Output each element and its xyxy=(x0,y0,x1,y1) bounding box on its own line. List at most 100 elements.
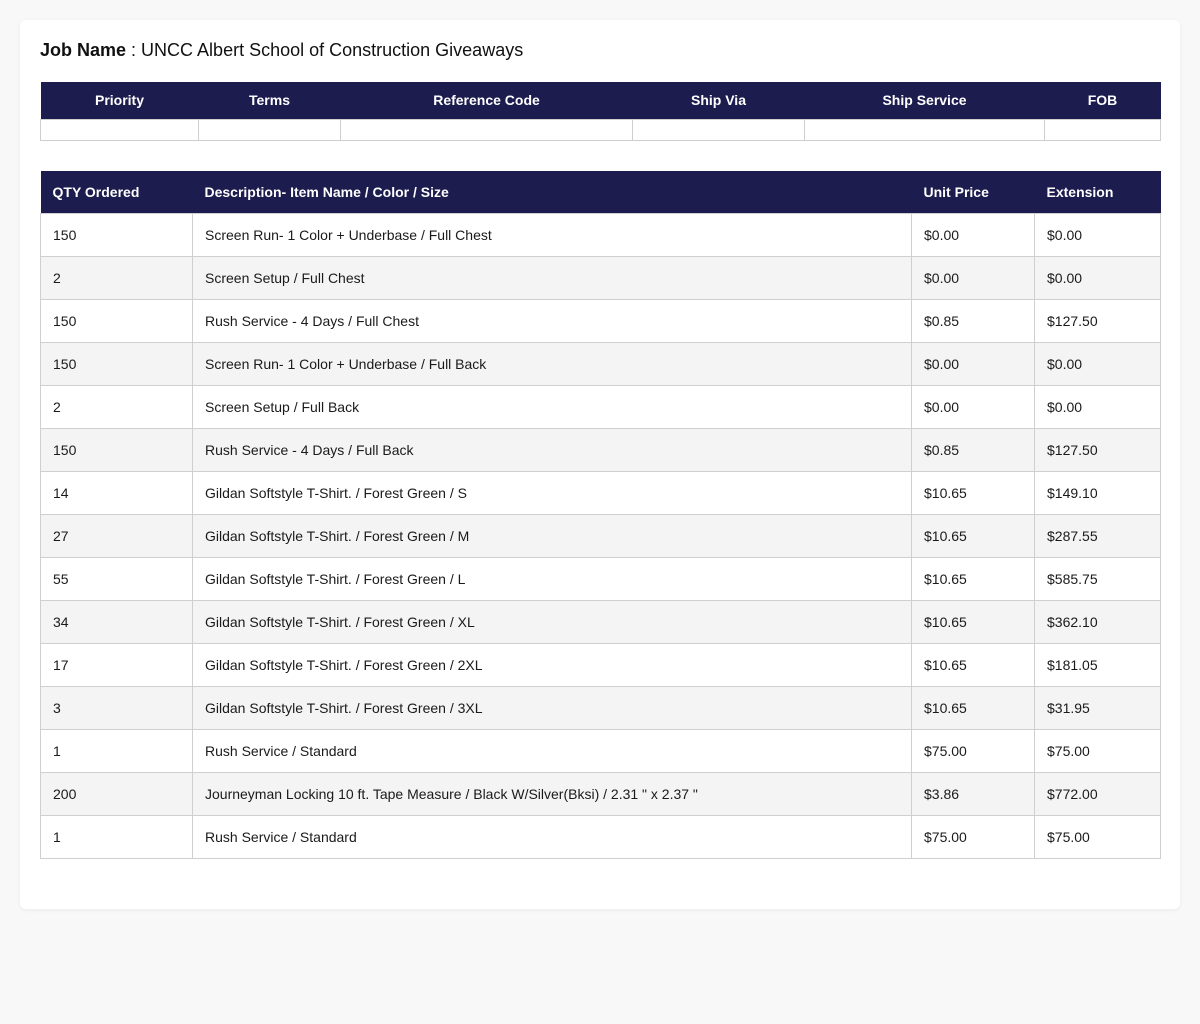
line-items-table: QTY Ordered Description- Item Name / Col… xyxy=(40,171,1161,859)
table-row: 55 Gildan Softstyle T-Shirt. / Forest Gr… xyxy=(40,556,1161,601)
table-row: 1 Rush Service / Standard $75.00 $75.00 xyxy=(40,728,1161,773)
cell-description: Screen Run- 1 Color + Underbase / Full B… xyxy=(192,341,912,386)
cell-extension: $75.00 xyxy=(1034,728,1161,773)
cell-extension: $75.00 xyxy=(1034,814,1161,859)
cell-extension: $149.10 xyxy=(1034,470,1161,515)
cell-qty: 27 xyxy=(40,513,193,558)
meta-value-priority xyxy=(40,118,199,141)
cell-extension: $0.00 xyxy=(1034,212,1161,257)
cell-unit-price: $10.65 xyxy=(911,556,1035,601)
cell-qty: 1 xyxy=(40,814,193,859)
meta-header-reference-code: Reference Code xyxy=(340,82,633,119)
items-header-extension: Extension xyxy=(1034,171,1161,213)
meta-value-row xyxy=(40,118,1161,141)
cell-unit-price: $75.00 xyxy=(911,814,1035,859)
cell-unit-price: $10.65 xyxy=(911,513,1035,558)
cell-extension: $287.55 xyxy=(1034,513,1161,558)
meta-header-fob: FOB xyxy=(1044,82,1161,119)
cell-extension: $0.00 xyxy=(1034,341,1161,386)
order-card: Job Name : UNCC Albert School of Constru… xyxy=(20,20,1180,909)
table-row: 17 Gildan Softstyle T-Shirt. / Forest Gr… xyxy=(40,642,1161,687)
cell-unit-price: $0.00 xyxy=(911,384,1035,429)
meta-header-ship-service: Ship Service xyxy=(804,82,1045,119)
cell-extension: $0.00 xyxy=(1034,255,1161,300)
shipping-meta-table: Priority Terms Reference Code Ship Via S… xyxy=(40,82,1161,141)
job-name-label: Job Name xyxy=(40,40,127,60)
cell-qty: 2 xyxy=(40,255,193,300)
cell-extension: $127.50 xyxy=(1034,427,1161,472)
cell-extension: $772.00 xyxy=(1034,771,1161,816)
table-row: 2 Screen Setup / Full Back $0.00 $0.00 xyxy=(40,384,1161,429)
cell-unit-price: $0.85 xyxy=(911,427,1035,472)
cell-unit-price: $0.00 xyxy=(911,255,1035,300)
job-name-separator: : xyxy=(126,40,142,60)
items-header-qty: QTY Ordered xyxy=(40,171,193,213)
cell-unit-price: $0.00 xyxy=(911,341,1035,386)
cell-extension: $585.75 xyxy=(1034,556,1161,601)
cell-unit-price: $10.65 xyxy=(911,599,1035,644)
cell-unit-price: $10.65 xyxy=(911,685,1035,730)
cell-unit-price: $0.00 xyxy=(911,212,1035,257)
meta-value-terms xyxy=(198,118,341,141)
cell-description: Journeyman Locking 10 ft. Tape Measure /… xyxy=(192,771,912,816)
cell-description: Rush Service / Standard xyxy=(192,814,912,859)
cell-extension: $181.05 xyxy=(1034,642,1161,687)
table-row: 2 Screen Setup / Full Chest $0.00 $0.00 xyxy=(40,255,1161,300)
cell-description: Gildan Softstyle T-Shirt. / Forest Green… xyxy=(192,556,912,601)
cell-description: Gildan Softstyle T-Shirt. / Forest Green… xyxy=(192,642,912,687)
meta-header-priority: Priority xyxy=(40,82,199,119)
cell-qty: 150 xyxy=(40,341,193,386)
cell-description: Rush Service / Standard xyxy=(192,728,912,773)
cell-qty: 1 xyxy=(40,728,193,773)
table-row: 34 Gildan Softstyle T-Shirt. / Forest Gr… xyxy=(40,599,1161,644)
cell-description: Gildan Softstyle T-Shirt. / Forest Green… xyxy=(192,470,912,515)
meta-header-ship-via: Ship Via xyxy=(632,82,805,119)
meta-value-reference-code xyxy=(340,118,633,141)
items-header-unit-price: Unit Price xyxy=(911,171,1035,213)
items-header-row: QTY Ordered Description- Item Name / Col… xyxy=(40,171,1161,213)
cell-description: Gildan Softstyle T-Shirt. / Forest Green… xyxy=(192,599,912,644)
cell-description: Screen Run- 1 Color + Underbase / Full C… xyxy=(192,212,912,257)
cell-description: Gildan Softstyle T-Shirt. / Forest Green… xyxy=(192,513,912,558)
meta-value-ship-service xyxy=(804,118,1045,141)
job-name-value: UNCC Albert School of Construction Givea… xyxy=(141,40,524,60)
meta-header-row: Priority Terms Reference Code Ship Via S… xyxy=(40,82,1161,119)
cell-qty: 17 xyxy=(40,642,193,687)
cell-qty: 34 xyxy=(40,599,193,644)
meta-value-ship-via xyxy=(632,118,805,141)
table-row: 150 Rush Service - 4 Days / Full Chest $… xyxy=(40,298,1161,343)
cell-qty: 2 xyxy=(40,384,193,429)
cell-description: Gildan Softstyle T-Shirt. / Forest Green… xyxy=(192,685,912,730)
table-row: 150 Screen Run- 1 Color + Underbase / Fu… xyxy=(40,212,1161,257)
table-row: 14 Gildan Softstyle T-Shirt. / Forest Gr… xyxy=(40,470,1161,515)
cell-unit-price: $0.85 xyxy=(911,298,1035,343)
cell-qty: 150 xyxy=(40,298,193,343)
cell-qty: 55 xyxy=(40,556,193,601)
cell-extension: $362.10 xyxy=(1034,599,1161,644)
cell-qty: 200 xyxy=(40,771,193,816)
table-row: 3 Gildan Softstyle T-Shirt. / Forest Gre… xyxy=(40,685,1161,730)
cell-unit-price: $75.00 xyxy=(911,728,1035,773)
cell-unit-price: $10.65 xyxy=(911,642,1035,687)
cell-description: Rush Service - 4 Days / Full Back xyxy=(192,427,912,472)
cell-description: Rush Service - 4 Days / Full Chest xyxy=(192,298,912,343)
cell-description: Screen Setup / Full Back xyxy=(192,384,912,429)
cell-qty: 150 xyxy=(40,427,193,472)
cell-unit-price: $10.65 xyxy=(911,470,1035,515)
table-row: 27 Gildan Softstyle T-Shirt. / Forest Gr… xyxy=(40,513,1161,558)
cell-extension: $0.00 xyxy=(1034,384,1161,429)
cell-qty: 150 xyxy=(40,212,193,257)
items-header-description: Description- Item Name / Color / Size xyxy=(192,171,912,213)
cell-qty: 14 xyxy=(40,470,193,515)
job-name-heading: Job Name : UNCC Albert School of Constru… xyxy=(40,39,523,61)
cell-extension: $31.95 xyxy=(1034,685,1161,730)
table-row: 200 Journeyman Locking 10 ft. Tape Measu… xyxy=(40,771,1161,816)
meta-value-fob xyxy=(1044,118,1161,141)
table-row: 150 Screen Run- 1 Color + Underbase / Fu… xyxy=(40,341,1161,386)
cell-qty: 3 xyxy=(40,685,193,730)
table-row: 150 Rush Service - 4 Days / Full Back $0… xyxy=(40,427,1161,472)
cell-extension: $127.50 xyxy=(1034,298,1161,343)
cell-description: Screen Setup / Full Chest xyxy=(192,255,912,300)
cell-unit-price: $3.86 xyxy=(911,771,1035,816)
table-row: 1 Rush Service / Standard $75.00 $75.00 xyxy=(40,814,1161,859)
